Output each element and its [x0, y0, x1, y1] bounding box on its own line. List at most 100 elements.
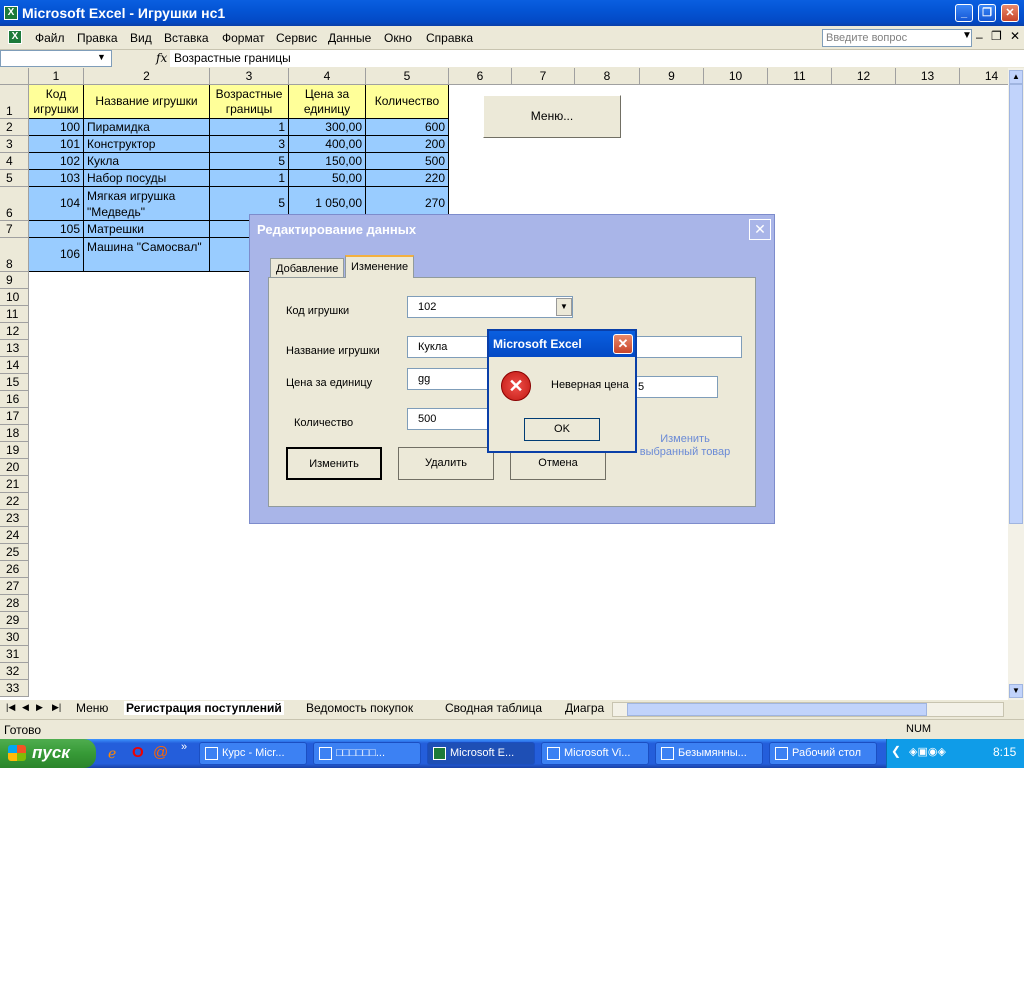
column-header[interactable]: 13	[896, 68, 960, 85]
vertical-scrollbar[interactable]: ▲ ▼	[1008, 68, 1024, 700]
ask-question-input[interactable]: Введите вопрос	[822, 29, 972, 47]
doc-restore-button[interactable]: ❐	[991, 29, 1002, 43]
menu-file[interactable]: Файл	[35, 31, 65, 45]
sheet-menu-button[interactable]: Меню...	[483, 95, 621, 138]
row-header[interactable]: 31	[0, 646, 29, 663]
qty-field[interactable]: 500	[407, 408, 491, 430]
row-header[interactable]: 32	[0, 663, 29, 680]
row-header[interactable]: 2	[0, 119, 29, 136]
table-cell[interactable]: 600	[366, 119, 449, 136]
table-cell[interactable]: Кукла	[84, 153, 210, 170]
row-header[interactable]: 23	[0, 510, 29, 527]
sheet-tab-chart[interactable]: Диагра	[565, 701, 604, 715]
row-header[interactable]: 21	[0, 476, 29, 493]
next-sheet-icon[interactable]: ▶	[36, 702, 43, 713]
row-header[interactable]: 14	[0, 357, 29, 374]
menu-help[interactable]: Справка	[426, 31, 473, 45]
menu-data[interactable]: Данные	[328, 31, 371, 45]
tab-add[interactable]: Добавление	[270, 258, 345, 278]
table-cell[interactable]: 300,00	[289, 119, 366, 136]
chevron-down-icon[interactable]: ▼	[962, 30, 972, 41]
header-cell-price[interactable]: Цена за единицу	[289, 85, 366, 119]
sheet-tab-menu[interactable]: Меню	[76, 701, 108, 715]
restore-button[interactable]: ❐	[978, 4, 996, 22]
row-header[interactable]: 29	[0, 612, 29, 629]
delete-button[interactable]: Удалить	[398, 447, 494, 480]
menu-window[interactable]: Окно	[384, 31, 412, 45]
column-header[interactable]: 1	[29, 68, 84, 85]
row-header[interactable]: 11	[0, 306, 29, 323]
menu-format[interactable]: Формат	[222, 31, 265, 45]
row-header[interactable]: 7	[0, 221, 29, 238]
table-cell[interactable]: 200	[366, 136, 449, 153]
taskbar-item[interactable]: Рабочий стол	[769, 742, 877, 765]
header-cell-age[interactable]: Возрастные границы	[210, 85, 289, 119]
column-header[interactable]: 6	[449, 68, 512, 85]
row-header[interactable]: 10	[0, 289, 29, 306]
sheet-tab-summary[interactable]: Сводная таблица	[445, 701, 542, 715]
scroll-up-button[interactable]: ▲	[1009, 70, 1023, 84]
start-button[interactable]: пуск	[0, 739, 96, 768]
row-header[interactable]: 15	[0, 374, 29, 391]
column-header[interactable]: 7	[512, 68, 575, 85]
function-icon[interactable]: fx	[156, 51, 167, 65]
row-header[interactable]: 27	[0, 578, 29, 595]
table-cell[interactable]: 1	[210, 119, 289, 136]
table-cell[interactable]: Машина "Самосвал"	[84, 238, 210, 272]
row-header[interactable]: 24	[0, 527, 29, 544]
column-header[interactable]: 2	[84, 68, 210, 85]
mail-icon[interactable]: @	[153, 744, 168, 761]
tray-expand-icon[interactable]: ❮	[891, 744, 901, 758]
row-header[interactable]: 6	[0, 187, 29, 221]
opera-icon[interactable]: O	[132, 744, 144, 761]
age-field[interactable]: 5	[631, 376, 718, 398]
scroll-thumb[interactable]	[1009, 84, 1023, 524]
dialog-close-button[interactable]: ✕	[749, 219, 771, 240]
more-icon[interactable]: »	[181, 741, 187, 753]
table-cell[interactable]: Матрешки	[84, 221, 210, 238]
excel-app-icon[interactable]: X	[4, 6, 18, 20]
column-header[interactable]: 8	[575, 68, 640, 85]
prev-sheet-icon[interactable]: ◀	[22, 702, 29, 713]
price-field[interactable]: gg	[407, 368, 491, 390]
code-combobox[interactable]: 102	[407, 296, 573, 318]
name-box[interactable]: ▼	[0, 50, 112, 67]
table-cell[interactable]: 102	[29, 153, 84, 170]
taskbar-item[interactable]: □□□□□□...	[313, 742, 421, 765]
column-header[interactable]: 5	[366, 68, 449, 85]
header-cell-code[interactable]: Код игрушки	[29, 85, 84, 119]
minimize-button[interactable]: _	[955, 4, 973, 22]
taskbar-item[interactable]: Безымянны...	[655, 742, 763, 765]
chevron-down-icon[interactable]: ▼	[556, 298, 572, 316]
table-cell[interactable]: 3	[210, 136, 289, 153]
table-cell[interactable]: Набор посуды	[84, 170, 210, 187]
table-cell[interactable]: 400,00	[289, 136, 366, 153]
row-header[interactable]: 25	[0, 544, 29, 561]
menu-tools[interactable]: Сервис	[276, 31, 317, 45]
table-cell[interactable]: 101	[29, 136, 84, 153]
column-header[interactable]: 10	[704, 68, 768, 85]
row-header[interactable]: 1	[0, 85, 29, 119]
taskbar-item[interactable]: Microsoft Vi...	[541, 742, 649, 765]
menu-view[interactable]: Вид	[130, 31, 152, 45]
table-cell[interactable]: 150,00	[289, 153, 366, 170]
row-header[interactable]: 22	[0, 493, 29, 510]
row-header[interactable]: 33	[0, 680, 29, 697]
row-header[interactable]: 20	[0, 459, 29, 476]
doc-close-button[interactable]: ✕	[1010, 29, 1020, 43]
row-header[interactable]: 30	[0, 629, 29, 646]
doc-minimize-button[interactable]: –	[976, 30, 983, 44]
table-cell[interactable]: Мягкая игрушка "Медведь"	[84, 187, 210, 221]
column-header[interactable]: 12	[832, 68, 896, 85]
taskbar-item[interactable]: Microsoft E...	[427, 742, 535, 765]
table-cell[interactable]: 106	[29, 238, 84, 272]
row-header[interactable]: 12	[0, 323, 29, 340]
ok-button[interactable]: OK	[524, 418, 600, 441]
row-header[interactable]: 5	[0, 170, 29, 187]
table-cell[interactable]: 1	[210, 170, 289, 187]
table-cell[interactable]: 5	[210, 153, 289, 170]
formula-input[interactable]: Возрастные границы	[170, 50, 1024, 67]
sheet-tab-purchases[interactable]: Ведомость покупок	[306, 701, 413, 715]
table-cell[interactable]: 100	[29, 119, 84, 136]
table-cell[interactable]: 104	[29, 187, 84, 221]
